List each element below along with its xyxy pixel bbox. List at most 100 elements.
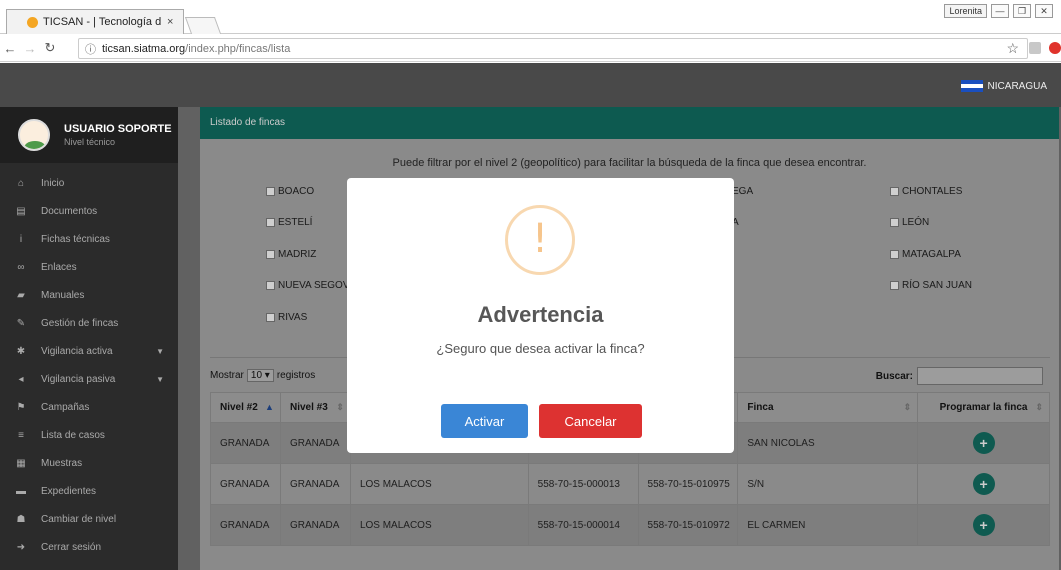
table-cell: 558-70-15-000013 (527, 463, 639, 505)
add-schedule-button[interactable]: + (972, 514, 995, 536)
checkbox-icon[interactable] (890, 281, 899, 290)
sidebar-item-label: Gestión de fincas (41, 317, 119, 329)
sidebar-item-expedientes[interactable]: ▬ Expedientes (0, 477, 178, 505)
back-icon[interactable]: ← (0, 41, 20, 56)
sidebar-item-muestras[interactable]: ▦ Muestras (0, 449, 178, 477)
length-prefix: Mostrar (210, 370, 244, 381)
sidebar-item-vigilancia-activa[interactable]: ✱ Vigilancia activa ▼ (0, 337, 178, 365)
nicaragua-flag-icon (960, 80, 983, 92)
checkbox-icon[interactable] (266, 281, 275, 290)
sidebar: USUARIO SOPORTE Nivel técnico ⌂ Inicio ▤ D… (0, 107, 178, 570)
reload-icon[interactable]: ↻ (40, 40, 60, 56)
filter-checkbox[interactable]: RÍO SAN JUAN (890, 280, 972, 291)
activate-button[interactable]: Activar (441, 404, 528, 438)
book-icon: ▰ (17, 289, 25, 301)
sort-icon: ⇕ (903, 402, 912, 412)
column-header[interactable]: Finca ⇕ (737, 392, 919, 423)
flag-icon: ⚑ (16, 401, 26, 413)
filter-label: MADRIZ (278, 249, 317, 260)
sidebar-item-cambiar-nivel[interactable]: ☗ Cambiar de nivel (0, 505, 178, 533)
sidebar-item-label: Documentos (41, 205, 98, 217)
country-selector[interactable]: NICARAGUA (960, 80, 1047, 92)
column-label: Nivel #3 (289, 402, 328, 413)
checkbox-icon[interactable] (890, 218, 899, 227)
sidebar-item-documentos[interactable]: ▤ Documentos (0, 197, 178, 225)
checkbox-icon[interactable] (890, 187, 899, 196)
column-label: Programar la finca (939, 402, 1028, 413)
column-header[interactable]: Nivel #2 ▲ (210, 392, 281, 423)
home-icon: ⌂ (17, 177, 25, 189)
checkbox-icon[interactable] (266, 250, 275, 259)
url-input[interactable]: ⓘ ticsan.siatma.org/index.php/fincas/lis… (78, 38, 1028, 59)
sidebar-item-gestion[interactable]: ✎ Gestión de fincas (0, 309, 178, 337)
bug-icon: ✱ (16, 345, 26, 357)
sidebar-item-casos[interactable]: ≡ Lista de casos (0, 421, 178, 449)
caret-down-icon: ▼ (156, 346, 164, 356)
table-cell: + (917, 463, 1050, 505)
sidebar-item-campanas[interactable]: ⚑ Campañas (0, 393, 178, 421)
sidebar-menu: ⌂ Inicio ▤ Documentos i Fichas técnicas ∞ En… (0, 169, 178, 561)
close-window-icon[interactable]: ✕ (1035, 4, 1053, 18)
sidebar-item-label: Cerrar sesión (41, 541, 102, 553)
extension-red-icon[interactable] (1049, 42, 1061, 54)
filter-checkbox[interactable]: CHONTALES (890, 186, 962, 197)
filter-label: BOACO (278, 186, 315, 197)
extension-icon[interactable] (1029, 42, 1041, 54)
tab-close-icon[interactable]: × (167, 16, 173, 28)
url-path: /index.php/fincas/lista (185, 42, 291, 55)
page-length-value: 10 (250, 370, 263, 381)
column-header[interactable]: Nivel #3 ⇕ (279, 392, 351, 423)
window-controls: Lorenita — ❐ ✕ (944, 4, 1053, 18)
sidebar-item-label: Campañas (41, 401, 90, 413)
sidebar-item-vigilancia-pasiva[interactable]: ◂ Vigilancia pasiva ▼ (0, 365, 178, 393)
user-profile: USUARIO SOPORTE Nivel técnico (0, 107, 178, 163)
confirm-dialog: ! Advertencia ¿Seguro que desea activar … (347, 178, 734, 453)
checkbox-icon[interactable] (266, 187, 275, 196)
table-cell: + (917, 422, 1050, 464)
sidebar-item-enlaces[interactable]: ∞ Enlaces (0, 253, 178, 281)
filter-checkbox[interactable]: ESTELÍ (266, 217, 312, 228)
filter-label: NUEVA SEGOVI (278, 280, 353, 291)
length-suffix: registros (276, 370, 316, 381)
sidebar-item-inicio[interactable]: ⌂ Inicio (0, 169, 178, 197)
table-row: GRANADA GRANADA LOS MALACOS 558-70-15-00… (210, 463, 1050, 505)
minimize-icon[interactable]: — (991, 4, 1009, 18)
table-cell: LOS MALACOS (349, 504, 529, 546)
sidebar-item-fichas[interactable]: i Fichas técnicas (0, 225, 178, 253)
table-cell: GRANADA (279, 463, 351, 505)
cancel-button[interactable]: Cancelar (539, 404, 642, 438)
sort-icon: ⇕ (336, 402, 344, 412)
sidebar-item-manuales[interactable]: ▰ Manuales (0, 281, 178, 309)
filter-checkbox[interactable]: RIVAS (266, 312, 307, 323)
maximize-icon[interactable]: ❐ (1013, 4, 1031, 18)
filter-checkbox[interactable]: BOACO (266, 186, 314, 197)
megaphone-icon: ◂ (18, 373, 24, 385)
dialog-message: ¿Seguro que desea activar la finca? (436, 341, 645, 356)
site-info-icon[interactable]: ⓘ (85, 41, 96, 57)
browser-tab[interactable]: TICSAN - | Tecnología de × (6, 9, 184, 34)
forward-icon[interactable]: → (20, 41, 40, 56)
page-length-select[interactable]: 10 ▾ (246, 369, 274, 382)
profile-badge[interactable]: Lorenita (944, 4, 987, 18)
filter-checkbox[interactable]: LEÓN (890, 217, 929, 228)
add-schedule-button[interactable]: + (972, 432, 995, 454)
sidebar-item-label: Inicio (41, 177, 65, 189)
checkbox-icon[interactable] (890, 250, 899, 259)
sidebar-item-label: Enlaces (41, 261, 77, 273)
bookmark-star-icon[interactable]: ☆ (1006, 40, 1019, 57)
table-cell: GRANADA (210, 463, 281, 505)
filter-checkbox[interactable]: NUEVA SEGOVI (266, 280, 352, 291)
new-tab-button[interactable] (184, 17, 222, 34)
sidebar-item-cerrar-sesion[interactable]: ➜ Cerrar sesión (0, 533, 178, 561)
sidebar-item-label: Cambiar de nivel (41, 513, 117, 525)
column-header[interactable]: Programar la finca ⇕ (917, 392, 1050, 423)
filter-checkbox[interactable]: MADRIZ (266, 249, 316, 260)
checkbox-icon[interactable] (266, 218, 275, 227)
add-schedule-button[interactable]: + (972, 473, 995, 495)
table-cell: 558-70-15-010972 (637, 504, 739, 546)
checkbox-icon[interactable] (266, 313, 275, 322)
table-cell: GRANADA (279, 504, 351, 546)
search-input[interactable] (917, 367, 1043, 385)
sidebar-item-label: Lista de casos (41, 429, 105, 441)
filter-checkbox[interactable]: MATAGALPA (890, 249, 961, 260)
